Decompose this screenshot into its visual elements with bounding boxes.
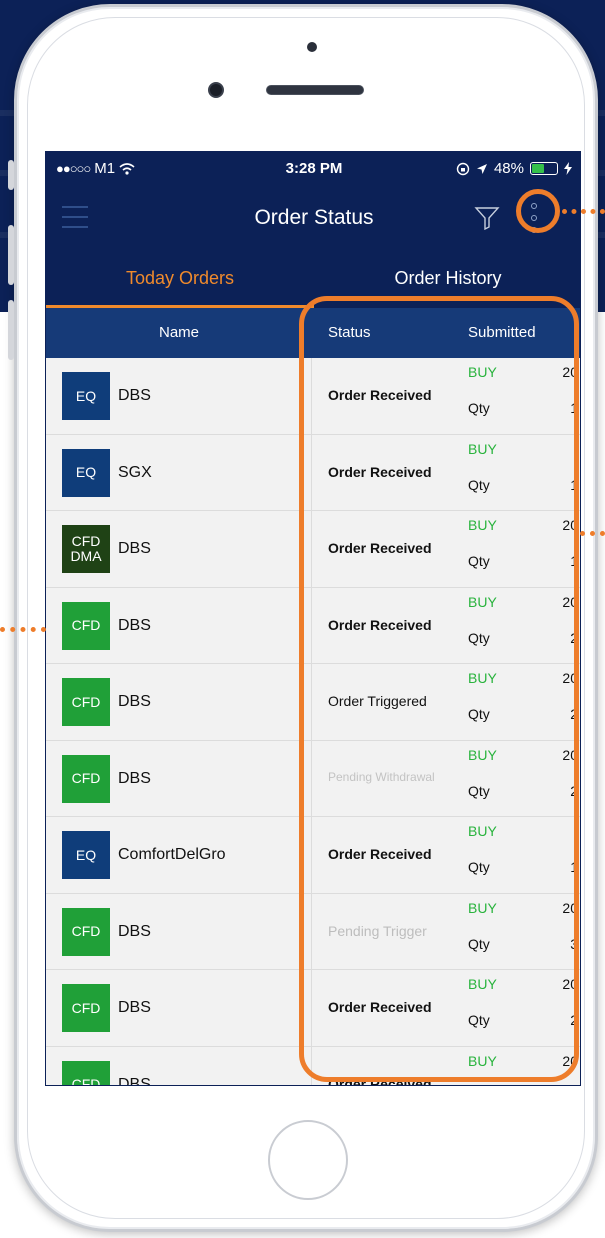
name-cell: CFD DBS [46, 740, 312, 816]
instrument-type-badge: CFD [62, 1060, 110, 1085]
instrument-type-badge: CFD [62, 907, 110, 956]
front-camera [208, 82, 224, 98]
instrument-name: DBS [118, 922, 151, 940]
callout-line-top-right [562, 209, 605, 214]
page-title: Order Status [254, 206, 374, 229]
status-bar: ●●○○○ M1 3:28 PM 48% [46, 152, 580, 186]
app-header: Order Status [46, 186, 580, 248]
name-cell: CFD DBS [46, 664, 312, 740]
instrument-name: DBS [118, 999, 151, 1016]
name-cell: CFD DMA DBS [46, 511, 312, 587]
side-button [8, 225, 14, 285]
earpiece-speaker [266, 85, 364, 95]
instrument-type-badge: CFD [62, 678, 110, 726]
sensor-dot [307, 42, 317, 52]
instrument-type-badge: CFD [62, 754, 110, 803]
battery-percent: 48% [493, 160, 524, 177]
instrument-type-badge: CFD DMA [62, 525, 110, 573]
instrument-name: DBS [118, 693, 151, 710]
location-arrow-icon [476, 163, 487, 174]
instrument-name: DBS [118, 616, 151, 634]
instrument-type-badge: EQ [62, 372, 110, 420]
instrument-name: SGX [118, 463, 152, 481]
instrument-type-badge: CFD [62, 601, 110, 650]
name-cell: EQ ComfortDelGro [46, 817, 312, 893]
callout-line-left [0, 627, 46, 632]
instrument-type-badge: CFD [62, 984, 110, 1032]
name-cell: CFD DBS [46, 970, 312, 1046]
filter-funnel-icon[interactable] [474, 206, 500, 230]
instrument-name: ComfortDelGro [118, 846, 226, 863]
battery-icon [530, 162, 558, 175]
name-cell: CFD DBS [46, 1046, 312, 1086]
rotation-lock-icon [456, 162, 470, 175]
instrument-type-badge: EQ [62, 448, 110, 497]
instrument-name: DBS [118, 1075, 151, 1086]
name-cell: CFD DBS [46, 587, 312, 663]
status-bar-right: 48% [456, 160, 572, 177]
instrument-name: DBS [118, 540, 151, 557]
name-cell: EQ DBS [46, 358, 312, 434]
instrument-type-badge: EQ [62, 831, 110, 879]
highlight-more-menu [516, 189, 560, 233]
side-button [8, 300, 14, 360]
name-cell: EQ SGX [46, 434, 312, 510]
name-cell: CFD DBS [46, 893, 312, 969]
side-button [8, 160, 14, 190]
column-header-name[interactable]: Name [46, 324, 312, 341]
home-button[interactable] [268, 1120, 348, 1200]
battery-level [532, 164, 544, 173]
callout-line-mid-right [580, 531, 605, 536]
instrument-name: DBS [118, 387, 151, 404]
tab-today-orders[interactable]: Today Orders [46, 248, 314, 308]
charging-bolt-icon [564, 162, 572, 175]
instrument-name: DBS [118, 769, 151, 787]
highlight-status-submitted-columns [299, 296, 579, 1082]
